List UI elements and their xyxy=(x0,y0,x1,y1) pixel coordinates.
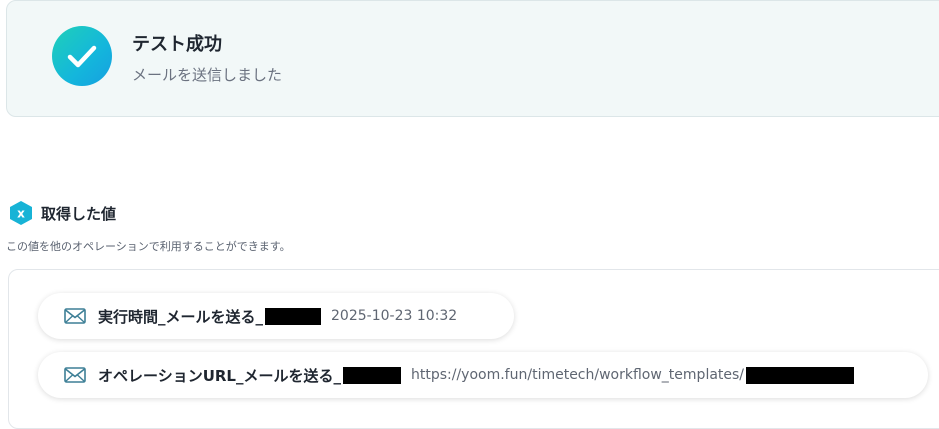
redacted-block xyxy=(343,366,401,384)
retrieved-values-heading: 取得した値 xyxy=(41,205,117,223)
value-text: 2025-10-23 10:32 xyxy=(331,308,458,324)
value-chip-execution-time[interactable]: 実行時間_メールを送る_ 2025-10-23 10:32 xyxy=(38,293,514,339)
variable-icon-letter: x xyxy=(17,207,25,221)
value-label: オペレーションURL_メールを送る_ xyxy=(98,366,341,385)
value-label: 実行時間_メールを送る_ xyxy=(98,307,264,326)
mail-icon xyxy=(64,367,86,383)
retrieved-values-description: この値を他のオペレーションで利用することができます。 xyxy=(6,240,291,253)
success-message: メールを送信しました xyxy=(132,66,283,84)
redacted-block xyxy=(746,366,855,384)
mail-icon xyxy=(64,308,86,324)
value-url: https://yoom.fun/timetech/workflow_templ… xyxy=(411,367,745,383)
success-title: テスト成功 xyxy=(132,34,222,55)
variable-hexagon-icon: x xyxy=(10,201,32,225)
redacted-block xyxy=(265,307,322,325)
test-success-banner xyxy=(6,0,939,117)
value-chip-operation-url[interactable]: オペレーションURL_メールを送る_ https://yoom.fun/time… xyxy=(38,352,928,398)
success-check-icon xyxy=(52,26,112,86)
